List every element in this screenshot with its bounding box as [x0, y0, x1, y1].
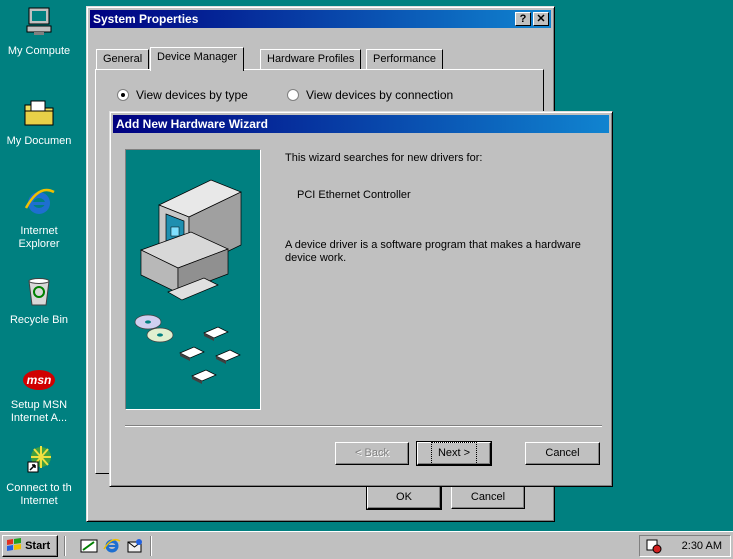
start-button[interactable]: Start [2, 535, 58, 557]
radio-label: View devices by connection [306, 88, 454, 102]
my-computer-icon [26, 7, 52, 35]
radio-dot [117, 89, 129, 101]
system-tray: 2:30 AM [639, 535, 731, 557]
desktop-icon-recycle-bin[interactable]: Recycle Bin [0, 275, 82, 327]
start-label: Start [25, 540, 51, 552]
internet-explorer-icon [24, 188, 55, 214]
taskbar-divider [150, 536, 152, 556]
desktop-icon-my-computer[interactable]: My Compute [0, 6, 82, 58]
wizard-cancel-label: Cancel [545, 447, 580, 459]
msn-logo: msn [23, 370, 55, 390]
add-hardware-wizard-window: Add New Hardware Wizard This wizard sear… [109, 111, 613, 487]
desktop-icon-my-documents[interactable]: My Documen [0, 96, 82, 148]
internet-explorer-icon[interactable] [103, 538, 121, 554]
wizard-title: Add New Hardware Wizard [116, 117, 268, 131]
close-button[interactable]: ✕ [533, 12, 549, 26]
desktop-icon-internet-explorer[interactable]: Internet Explorer [0, 186, 82, 251]
wizard-cancel-button[interactable]: Cancel [525, 442, 600, 465]
desktop-icon-connect-internet[interactable]: Connect to th Internet [0, 443, 82, 508]
clock[interactable]: 2:30 AM [682, 536, 722, 556]
desktop-icon-label: Internet Explorer [18, 225, 60, 250]
msn-icon: msn [22, 364, 56, 396]
ok-button[interactable]: OK [366, 485, 442, 510]
connect-internet-icon [27, 446, 51, 473]
desktop-icon-label: Setup MSN Internet A... [10, 399, 68, 424]
tab-general[interactable]: General [96, 49, 150, 69]
window-title: System Properties [93, 12, 199, 26]
desktop-icon-label: My Compute [7, 45, 71, 57]
radio-view-by-connection[interactable]: View devices by connection [287, 88, 453, 102]
recycle-bin-icon [28, 278, 50, 306]
radio-dot [287, 89, 299, 101]
cancel-button-label: Cancel [470, 491, 506, 503]
wizard-device-name: PCI Ethernet Controller [297, 189, 411, 201]
hardware-illustration-icon [134, 179, 242, 384]
system-properties-titlebar[interactable]: System Properties ? ✕ [90, 10, 551, 28]
tab-performance[interactable]: Performance [366, 49, 443, 69]
wizard-illustration [125, 149, 261, 410]
next-button-label: Next > [430, 442, 478, 465]
wizard-intro-text: This wizard searches for new drivers for… [285, 152, 483, 164]
help-button[interactable]: ? [515, 12, 531, 26]
tab-device-manager[interactable]: Device Manager [150, 47, 245, 71]
show-desktop-icon[interactable] [80, 538, 98, 554]
radio-label: View devices by type [136, 88, 248, 102]
scheduler-icon[interactable] [646, 538, 662, 554]
desktop-icon-setup-msn[interactable]: msn Setup MSN Internet A... [0, 364, 82, 425]
windows-logo-icon [7, 538, 21, 551]
desktop-icon-label: Recycle Bin [9, 314, 69, 326]
wizard-description: A device driver is a software program th… [285, 239, 581, 264]
my-documents-icon [24, 100, 54, 126]
desktop-icon-label: My Documen [6, 135, 72, 147]
tab-hardware-profiles[interactable]: Hardware Profiles [260, 49, 362, 69]
back-button[interactable]: < Back [335, 442, 409, 465]
back-button-label: < Back [355, 447, 389, 459]
outlook-express-icon[interactable] [126, 538, 144, 554]
desktop-icon-label: Connect to th Internet [6, 482, 72, 507]
next-button[interactable]: Next > [416, 441, 492, 466]
cancel-button[interactable]: Cancel [451, 486, 525, 509]
wizard-separator [125, 425, 602, 427]
quicklaunch-divider [64, 536, 66, 556]
ok-button-label: OK [396, 491, 412, 503]
radio-view-by-type[interactable]: View devices by type [117, 88, 248, 102]
taskbar: Start 2:30 AM [0, 531, 733, 559]
wizard-titlebar[interactable]: Add New Hardware Wizard [113, 115, 609, 133]
